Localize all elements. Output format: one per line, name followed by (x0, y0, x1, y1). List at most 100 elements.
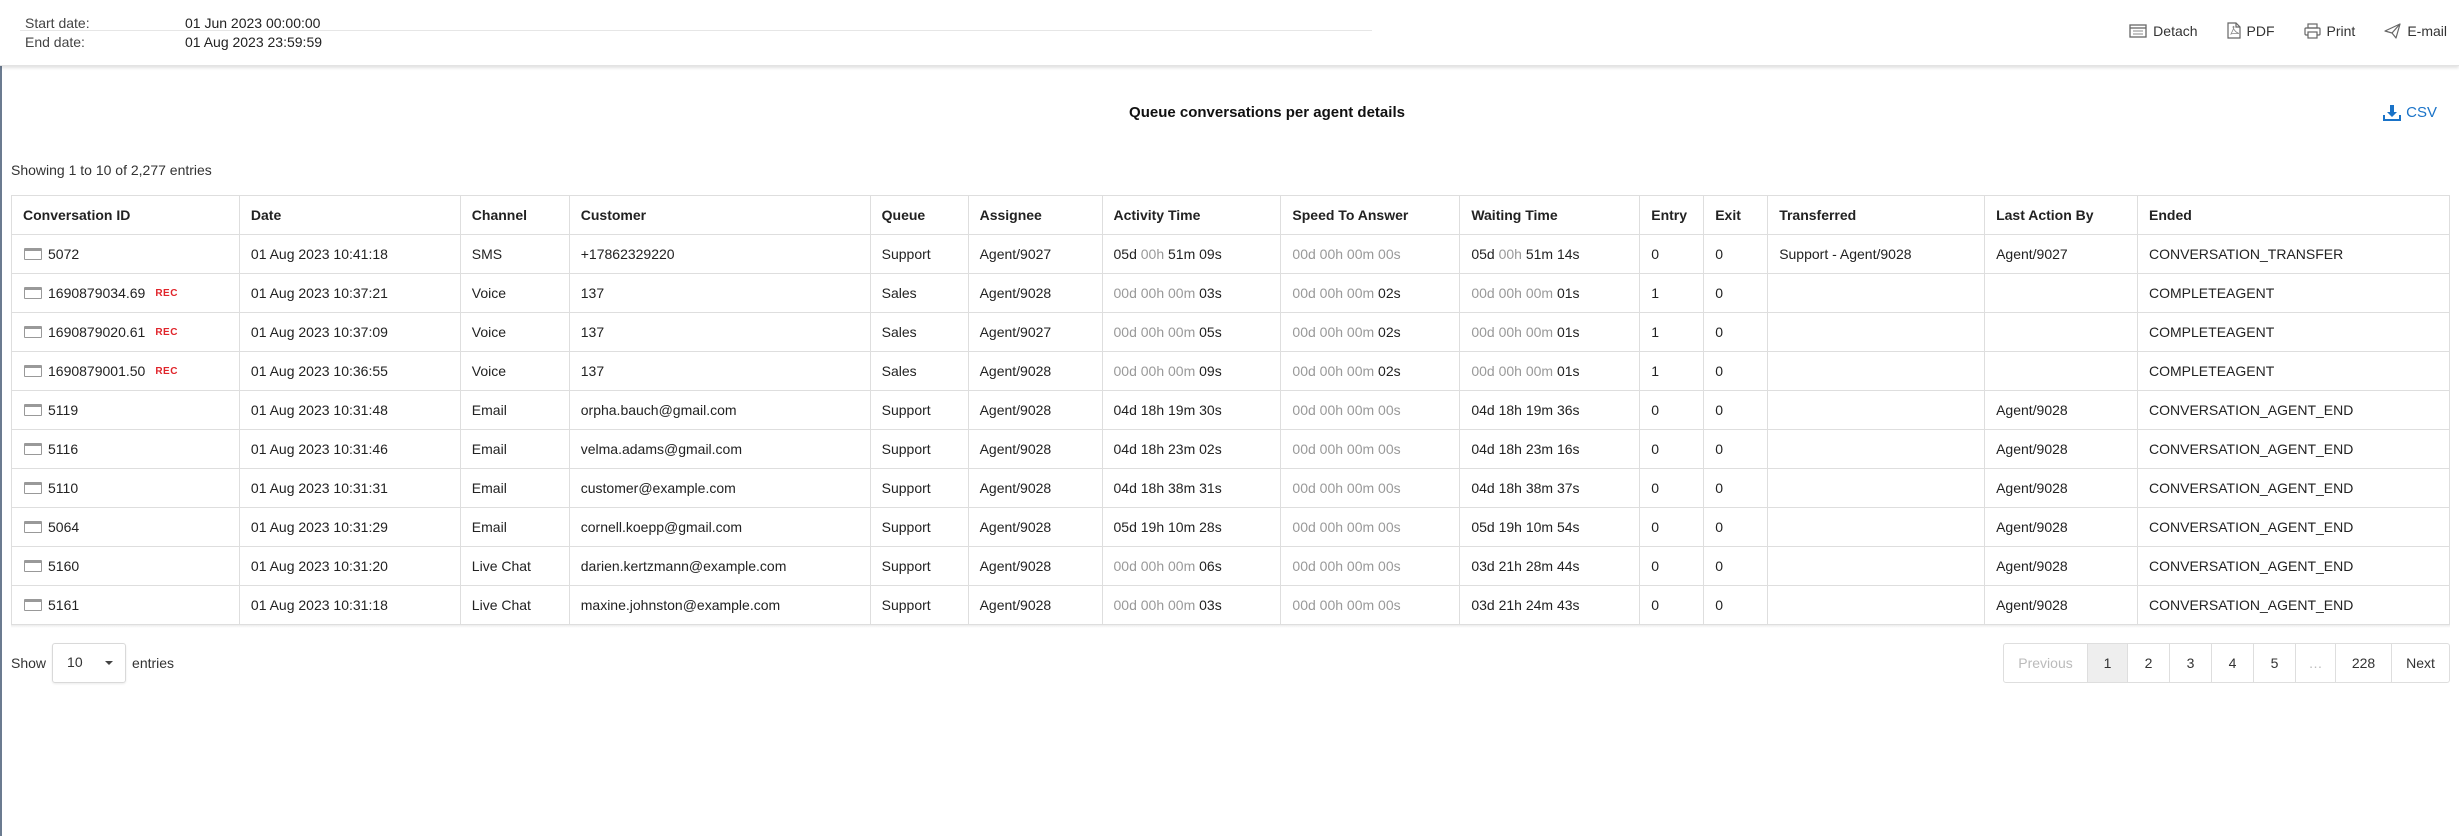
cell-conversation-id: 5116 (11, 429, 240, 469)
col-customer[interactable]: Customer (568, 195, 871, 235)
conversation-details-icon[interactable] (24, 287, 42, 299)
pdf-label: PDF (2246, 22, 2275, 39)
col-exit[interactable]: Exit (1703, 195, 1769, 235)
table-row[interactable]: 5119 01 Aug 2023 10:31:48 Email orpha.bauch… (11, 390, 2450, 430)
cell-ended: CONVERSATION_TRANSFER (2137, 234, 2450, 274)
cell-entry: 0 (1639, 546, 1705, 586)
cell-conversation-id: 5160 (11, 546, 240, 586)
conversation-details-icon[interactable] (24, 560, 42, 572)
prev-page-button[interactable]: Previous (2004, 644, 2088, 682)
conversation-details-icon[interactable] (24, 404, 42, 416)
conversation-details-icon[interactable] (24, 365, 42, 377)
cell-exit: 0 (1703, 507, 1769, 547)
col-assignee[interactable]: Assignee (967, 195, 1103, 235)
csv-export-button[interactable]: CSV (2383, 104, 2437, 121)
cell-speed-to-answer: 00d 00h 00m 00s (1280, 234, 1461, 274)
detach-button[interactable]: Detach (2129, 23, 2198, 39)
cell-assignee: Agent/9028 (967, 507, 1103, 547)
table-row[interactable]: 5072 01 Aug 2023 10:41:18 SMS +17862329220 S… (11, 234, 2450, 274)
col-entry[interactable]: Entry (1639, 195, 1705, 235)
cell-queue: Support (869, 429, 969, 469)
cell-customer: orpha.bauch@gmail.com (568, 390, 871, 430)
cell-transferred (1767, 390, 1986, 430)
email-button[interactable]: E-mail (2384, 23, 2447, 39)
cell-customer: velma.adams@gmail.com (568, 429, 871, 469)
col-speed-to-answer[interactable]: Speed To Answer (1280, 195, 1461, 235)
cell-last-action-by: Agent/9028 (1984, 429, 2139, 469)
csv-label: CSV (2406, 104, 2437, 121)
time-segment: 00d 00h 00m (1471, 363, 1557, 379)
page-button-1[interactable]: 1 (2088, 644, 2128, 682)
time-segment: 00d 00h 00m (1113, 324, 1200, 340)
col-activity-time[interactable]: Activity Time (1101, 195, 1282, 235)
print-button[interactable]: Print (2303, 22, 2355, 39)
table-row[interactable]: 5161 01 Aug 2023 10:31:18 Live Chat maxine.… (11, 585, 2450, 625)
table-row[interactable]: 1690879001.50 REC 01 Aug 2023 10:36:55 Voic… (11, 351, 2450, 391)
cell-transferred (1767, 351, 1986, 391)
cell-transferred (1767, 468, 1986, 508)
time-segment: 05d (1471, 246, 1499, 262)
page-button-3[interactable]: 3 (2170, 644, 2212, 682)
cell-customer: 137 (568, 273, 871, 313)
page-button-2[interactable]: 2 (2128, 644, 2170, 682)
show-label: Show (11, 655, 47, 671)
table-row[interactable]: 5116 01 Aug 2023 10:31:46 Email velma.adams… (11, 429, 2450, 469)
page-button-5[interactable]: 5 (2254, 644, 2296, 682)
time-segment: 03s (1199, 597, 1222, 613)
time-segment: 05d 19h 10m 54s (1471, 519, 1580, 535)
col-ended[interactable]: Ended (2137, 195, 2450, 235)
page-button-4[interactable]: 4 (2212, 644, 2254, 682)
conversation-details-icon[interactable] (24, 599, 42, 611)
cell-channel: SMS (459, 234, 570, 274)
time-segment: 00d 00h 00m (1113, 558, 1200, 574)
cell-entry: 0 (1639, 585, 1705, 625)
print-icon (2303, 22, 2321, 39)
table-row[interactable]: 5110 01 Aug 2023 10:31:31 Email customer@ex… (11, 468, 2450, 508)
recording-badge[interactable]: REC (155, 288, 178, 299)
col-waiting-time[interactable]: Waiting Time (1459, 195, 1641, 235)
col-transferred[interactable]: Transferred (1767, 195, 1986, 235)
pdf-button[interactable]: PDF (2226, 22, 2275, 39)
pagination: Previous 1 2 3 4 5… 228 Next (2003, 643, 2450, 683)
cell-ended: CONVERSATION_AGENT_END (2137, 585, 2450, 625)
conversation-details-icon[interactable] (24, 482, 42, 494)
table-row[interactable]: 5160 01 Aug 2023 10:31:20 Live Chat darien.… (11, 546, 2450, 586)
page-button-228[interactable]: 228 (2336, 644, 2392, 682)
col-conversation-id[interactable]: Conversation ID (11, 195, 240, 235)
cell-speed-to-answer: 00d 00h 00m 00s (1280, 546, 1461, 586)
cell-last-action-by: Agent/9027 (1984, 234, 2139, 274)
cell-queue: Sales (869, 273, 969, 313)
recording-badge[interactable]: REC (155, 327, 178, 338)
conversation-details-icon[interactable] (24, 248, 42, 260)
page-size-select[interactable]: 10 (52, 643, 127, 683)
cell-waiting-time: 00d 00h 00m 01s (1459, 273, 1641, 313)
time-segment: 02s (1378, 285, 1401, 301)
col-date[interactable]: Date (238, 195, 461, 235)
conversation-details-icon[interactable] (24, 521, 42, 533)
table-row[interactable]: 1690879034.69 REC 01 Aug 2023 10:37:21 Voic… (11, 273, 2450, 313)
cell-channel: Voice (459, 312, 570, 352)
cell-assignee: Agent/9028 (967, 351, 1103, 391)
cell-conversation-id: 5119 (11, 390, 240, 430)
cell-speed-to-answer: 00d 00h 00m 00s (1280, 507, 1461, 547)
cell-customer: 137 (568, 351, 871, 391)
next-page-button[interactable]: Next (2392, 644, 2449, 682)
cell-exit: 0 (1703, 546, 1769, 586)
recording-badge[interactable]: REC (155, 366, 178, 377)
conversations-table: Conversation ID Date Channel Customer Qu… (11, 195, 2450, 625)
cell-exit: 0 (1703, 390, 1769, 430)
col-queue[interactable]: Queue (869, 195, 969, 235)
col-last-action-by[interactable]: Last Action By (1984, 195, 2139, 235)
conversation-details-icon[interactable] (24, 326, 42, 338)
time-segment: 05s (1199, 324, 1222, 340)
table-row[interactable]: 5064 01 Aug 2023 10:31:29 Email cornell.koe… (11, 507, 2450, 547)
cell-date: 01 Aug 2023 10:36:55 (238, 351, 461, 391)
cell-transferred (1767, 585, 1986, 625)
send-icon (2384, 22, 2401, 39)
table-row[interactable]: 1690879020.61 REC 01 Aug 2023 10:37:09 Voic… (11, 312, 2450, 352)
cell-ended: CONVERSATION_AGENT_END (2137, 468, 2450, 508)
col-channel[interactable]: Channel (459, 195, 570, 235)
time-segment: 00d 00h 00m 00s (1292, 402, 1401, 418)
cell-assignee: Agent/9027 (967, 234, 1103, 274)
conversation-details-icon[interactable] (24, 443, 42, 455)
